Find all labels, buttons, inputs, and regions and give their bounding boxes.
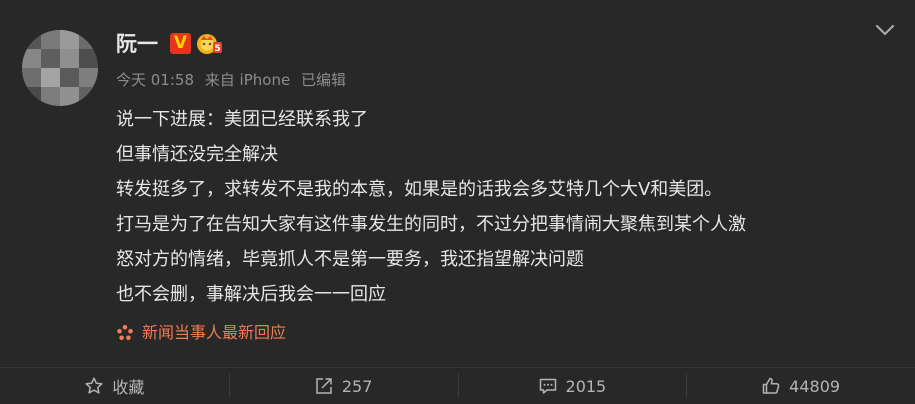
topic-label[interactable]: 新闻当事人最新回应 bbox=[142, 321, 286, 345]
repost-count: 257 bbox=[341, 376, 373, 396]
comment-icon bbox=[539, 378, 556, 394]
edited-label[interactable]: 已编辑 bbox=[301, 71, 346, 89]
svg-text:5: 5 bbox=[214, 44, 220, 54]
like-button[interactable]: 44809 bbox=[686, 368, 915, 404]
action-bar: 收藏 257 2015 44809 bbox=[0, 367, 915, 404]
avatar[interactable] bbox=[22, 30, 98, 106]
content-line: 转发挺多了，求转发不是我的本意，如果是的话我会多艾特几个大V和美团。 bbox=[116, 179, 723, 200]
comment-count: 2015 bbox=[565, 376, 607, 396]
thumbs-up-icon bbox=[762, 377, 780, 394]
content-line: 说一下进展：美团已经联系我了 bbox=[116, 109, 368, 130]
chevron-down-icon[interactable] bbox=[874, 22, 896, 38]
username[interactable]: 阮一 bbox=[116, 31, 158, 57]
comment-button[interactable]: 2015 bbox=[457, 368, 687, 404]
content-line: 但事情还没完全解决 bbox=[116, 144, 278, 165]
content-line: 怒对方的情绪，毕竟抓人不是第一要务，我还指望解决问题 bbox=[116, 249, 584, 270]
repost-button[interactable]: 257 bbox=[228, 368, 458, 404]
member-crown-icon[interactable]: 5 bbox=[196, 32, 222, 55]
repost-icon bbox=[316, 378, 332, 394]
topic-flower-icon bbox=[117, 324, 133, 341]
post-content: 说一下进展：美团已经联系我了 但事情还没完全解决 转发挺多了，求转发不是我的本意… bbox=[116, 102, 896, 312]
like-count: 44809 bbox=[789, 376, 841, 396]
star-icon bbox=[85, 377, 103, 394]
favorite-button[interactable]: 收藏 bbox=[0, 368, 229, 404]
post-meta: 今天 01:58 来自 iPhone 已编辑 bbox=[116, 70, 352, 90]
source: 来自 iPhone bbox=[204, 71, 291, 89]
favorite-label: 收藏 bbox=[112, 378, 145, 397]
content-line: 也不会删，事解决后我会一一回应 bbox=[116, 284, 386, 305]
weibo-post-card: 阮一 V 5 今天 01:58 来自 iPhone 已编辑 说一下进展：美团已经… bbox=[0, 0, 915, 403]
vip-v-icon[interactable]: V bbox=[170, 33, 191, 54]
content-line: 打马是为了在告知大家有这件事发生的同时，不过分把事情闹大聚焦到某个人激 bbox=[116, 214, 746, 235]
topic-link[interactable]: 新闻当事人最新回应 bbox=[116, 321, 286, 345]
timestamp[interactable]: 今天 01:58 bbox=[116, 71, 194, 89]
